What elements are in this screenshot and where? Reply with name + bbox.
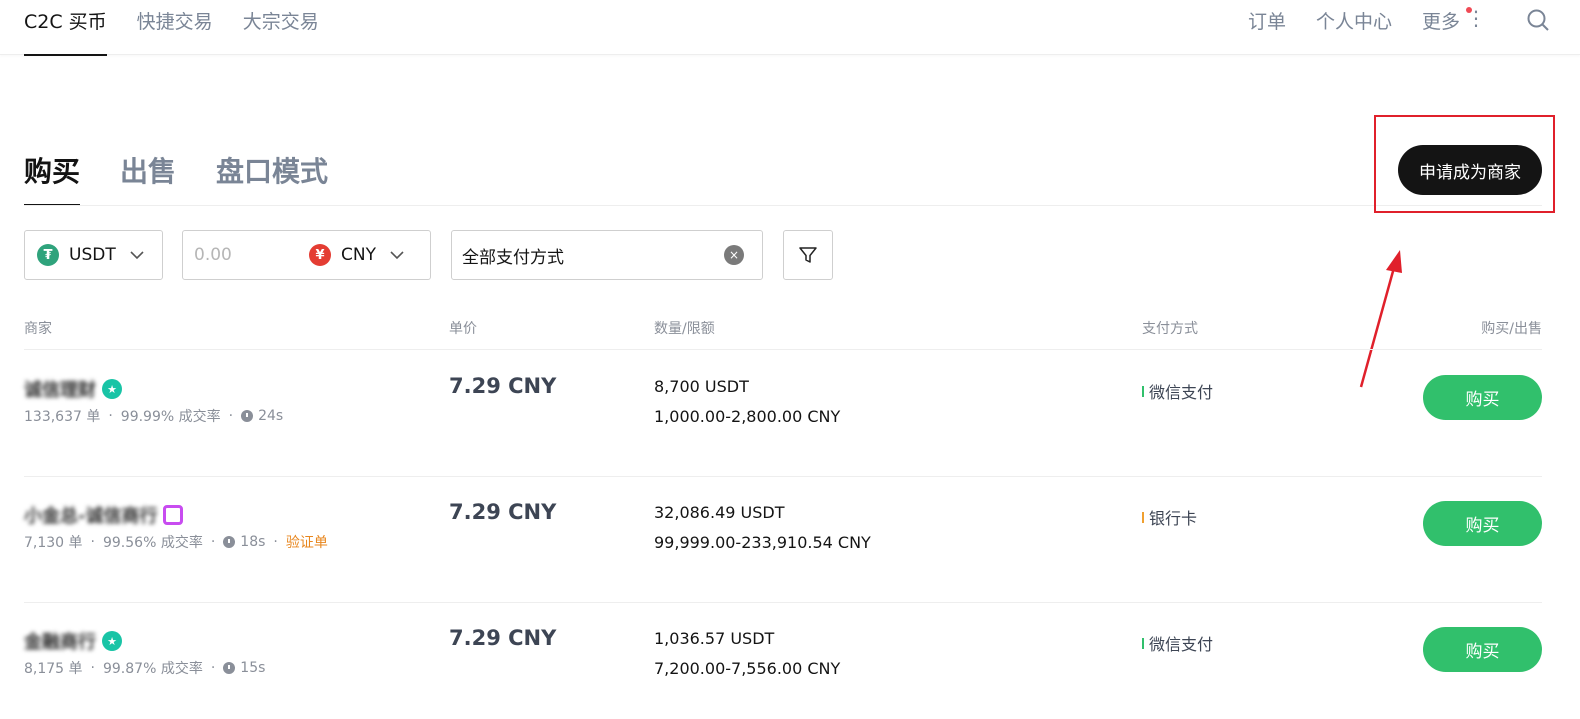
filter-funnel-icon [799,247,817,263]
amount-filter: ¥ CNY [182,230,431,280]
payment-method-select[interactable]: 全部支付方式 × [451,230,763,280]
unit-price: 7.29 CNY [449,626,557,650]
payment-method-label: 微信支付 [1149,635,1214,654]
verification-badge: 验证单 [285,535,328,551]
separator-dot: · [210,660,216,676]
trade-mode-tabs: 购买 出售 盘口模式 [24,150,368,206]
chevron-down-icon [130,251,144,260]
completion-rate: 99.56% 成交率 [102,535,203,551]
separator-dot: · [90,660,95,676]
coin-select[interactable]: ₮ USDT [24,230,163,280]
clock-icon [241,410,254,422]
merchant-hexagon-icon [163,505,184,525]
usdt-coin-icon: ₮ [37,244,59,266]
table-row: 金融商行 ★ 8,175 单 · 99.87% 成交率 · 15s 7.29 C… [0,602,1580,719]
completion-rate: 99.99% 成交率 [120,409,221,425]
tab-c2c-buy[interactable]: C2C 买币 [24,0,107,56]
header-price: 单价 [449,321,477,337]
tab-order-book[interactable]: 盘口模式 [216,150,328,206]
cny-currency-icon: ¥ [309,244,331,266]
more-menu[interactable]: 更多 ⋮ [1422,0,1486,34]
order-count: 133,637 单 [24,409,101,425]
merchant-name[interactable]: 诚信理财 ★ [24,376,122,402]
verified-star-icon: ★ [102,379,122,399]
clock-icon [223,662,236,674]
payment-color-bar [1142,637,1144,649]
tab-quick-trade[interactable]: 快捷交易 [137,0,213,55]
payment-color-bar [1142,511,1144,523]
header-quantity: 数量/限额 [654,321,715,337]
tabs-divider [24,205,1542,206]
merchant-name[interactable]: 金融商行 ★ [24,628,122,654]
table-row: 诚信理财 ★ 133,637 单 · 99.99% 成交率 · 24s 7.29… [0,350,1580,476]
buy-button[interactable]: 购买 [1423,375,1542,420]
top-nav-tabs: C2C 买币 快捷交易 大宗交易 [24,0,349,56]
separator-dot: · [273,534,278,550]
verified-star-icon: ★ [102,631,122,651]
search-icon[interactable] [1526,8,1550,36]
chevron-down-icon[interactable] [388,246,406,264]
table-row: 小金总-诚信商行 7,130 单 · 99.56% 成交率 · 18s · 验证… [0,476,1580,602]
payment-method-label: 银行卡 [1149,509,1198,528]
orders-link[interactable]: 订单 [1248,0,1286,34]
top-navigation: C2C 买币 快捷交易 大宗交易 订单 个人中心 更多 ⋮ [0,0,1580,56]
order-count: 8,175 单 [24,661,83,677]
header-payment: 支付方式 [1142,321,1198,337]
payment-method-value: 全部支付方式 [462,247,564,268]
notification-dot [1465,7,1472,13]
completion-rate: 99.87% 成交率 [102,661,203,677]
unit-price: 7.29 CNY [449,500,557,524]
tab-block-trade[interactable]: 大宗交易 [243,0,319,55]
unit-price: 7.29 CNY [449,374,557,398]
payment-method: 微信支付 [1142,631,1213,655]
payment-method: 微信支付 [1142,379,1213,403]
clear-icon[interactable]: × [724,245,744,265]
release-time: 18s [240,534,266,550]
merchant-stats: 8,175 单 · 99.87% 成交率 · 15s [24,658,265,678]
tab-buy[interactable]: 购买 [24,150,81,206]
buy-button[interactable]: 购买 [1423,501,1542,546]
header-merchant: 商家 [24,321,52,337]
highlight-box [1374,115,1555,213]
payment-method-label: 微信支付 [1149,383,1214,402]
available-quantity: 8,700 USDT [654,377,749,396]
coin-select-value: USDT [69,245,116,265]
header-action: 购买/出售 [1481,321,1542,337]
merchant-name-text: 诚信理财 [24,380,96,401]
available-quantity: 1,036.57 USDT [654,629,775,648]
order-limit: 1,000.00-2,800.00 CNY [654,407,841,426]
available-quantity: 32,086.49 USDT [654,503,785,522]
tab-sell[interactable]: 出售 [120,150,176,206]
amount-input[interactable] [194,245,304,265]
order-limit: 99,999.00-233,910.54 CNY [654,533,871,552]
clock-icon [223,536,236,548]
buy-button[interactable]: 购买 [1423,627,1542,672]
release-time: 15s [240,660,266,676]
merchant-name[interactable]: 小金总-诚信商行 [24,502,184,528]
separator-dot: · [108,408,113,424]
profile-link[interactable]: 个人中心 [1316,0,1392,34]
table-header: 商家 单价 数量/限额 支付方式 购买/出售 [0,318,1580,338]
more-label: 更多 [1421,11,1460,33]
separator-dot: · [90,534,95,550]
release-time: 24s [258,408,284,424]
merchant-stats: 7,130 单 · 99.56% 成交率 · 18s · 验证单 [24,532,328,552]
order-count: 7,130 单 [24,535,83,551]
merchant-name-text: 小金总-诚信商行 [24,506,158,527]
filter-button[interactable] [783,230,833,280]
top-nav-right: 订单 个人中心 更多 ⋮ [1248,0,1580,55]
separator-dot: · [228,408,234,424]
merchant-name-text: 金融商行 [24,632,96,653]
order-limit: 7,200.00-7,556.00 CNY [654,659,841,678]
merchant-stats: 133,637 单 · 99.99% 成交率 · 24s [24,406,283,426]
currency-select-value[interactable]: CNY [341,245,376,265]
separator-dot: · [210,534,216,550]
payment-method: 银行卡 [1142,505,1197,529]
payment-color-bar [1142,385,1144,397]
